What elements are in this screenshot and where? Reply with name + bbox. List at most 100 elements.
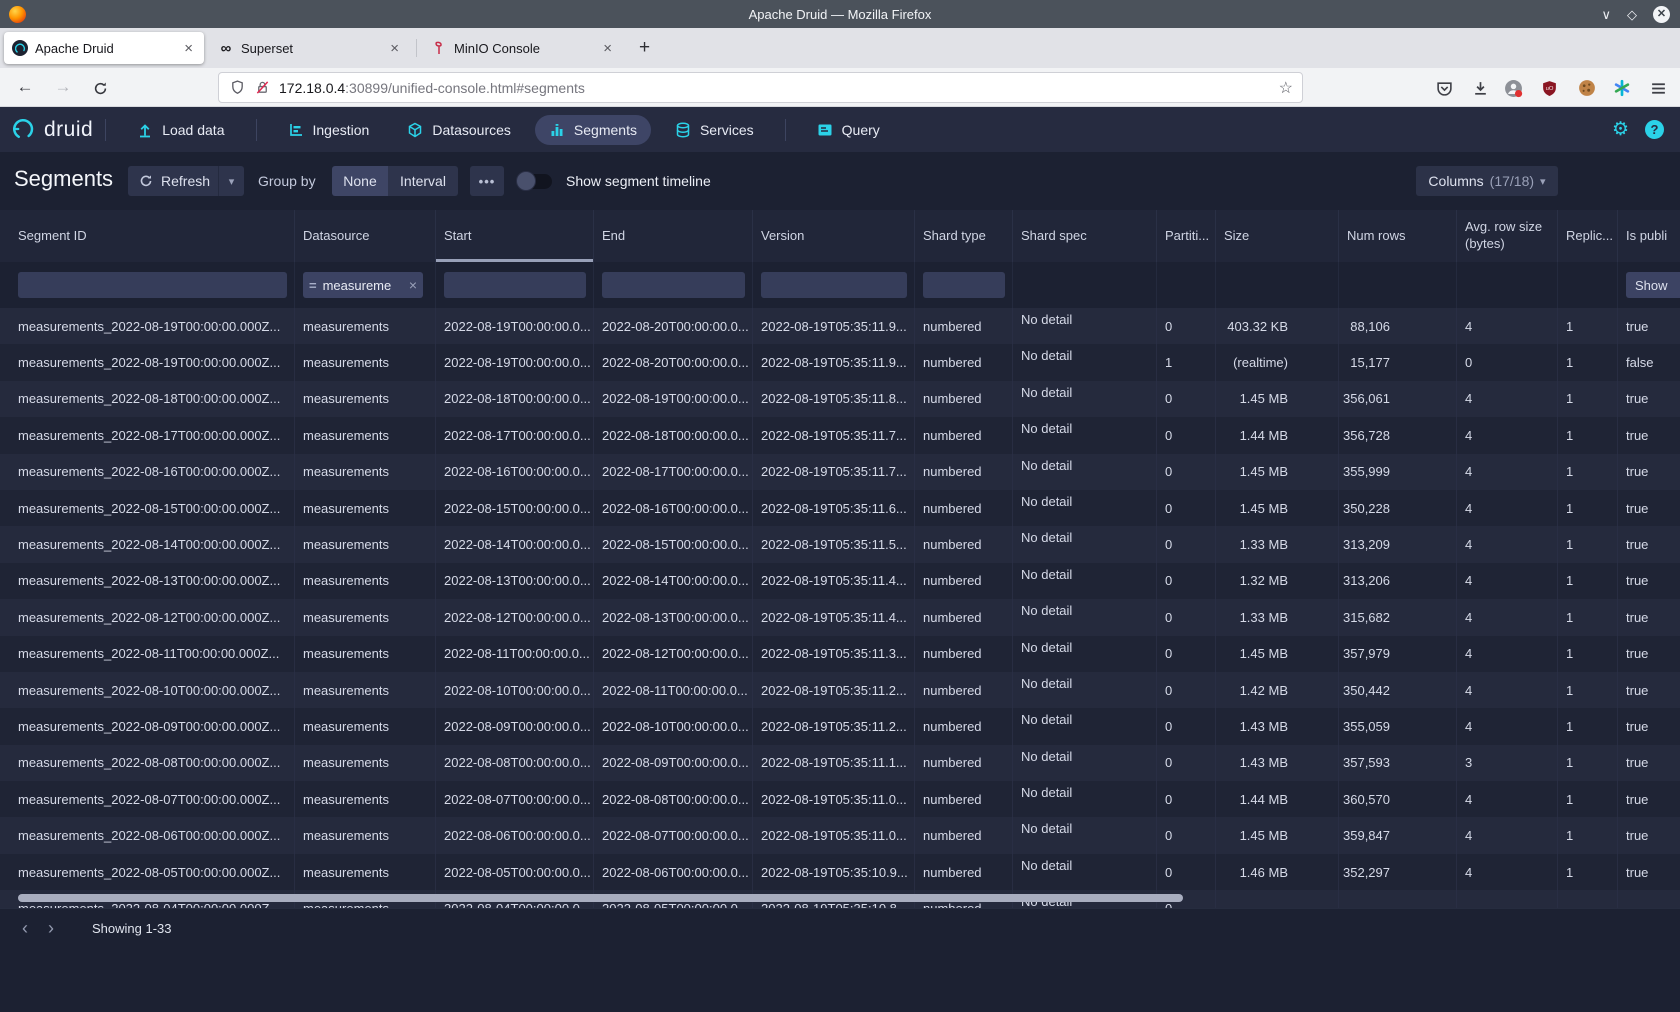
table-row[interactable]: measurements_2022-08-19T00:00:00.000Z...… [0, 344, 1680, 380]
cell-start: 2022-08-19T00:00:00.0... [436, 344, 594, 380]
column-header-num-rows[interactable]: Num rows [1339, 210, 1457, 262]
settings-gear-icon[interactable]: ⚙ [1612, 120, 1629, 139]
column-header-datasource[interactable]: Datasource [295, 210, 436, 262]
table-row[interactable]: measurements_2022-08-07T00:00:00.000Z...… [0, 781, 1680, 817]
window-minimize-icon[interactable]: ∨ [1601, 8, 1611, 21]
tab-close-icon[interactable]: × [181, 40, 196, 57]
column-header-partition[interactable]: Partiti... [1157, 210, 1216, 262]
column-header-avg-row-size[interactable]: Avg. row size (bytes) [1457, 210, 1558, 262]
table-row[interactable]: measurements_2022-08-15T00:00:00.000Z...… [0, 490, 1680, 526]
table-row[interactable]: measurements_2022-08-05T00:00:00.000Z...… [0, 854, 1680, 890]
version-filter-input[interactable] [761, 272, 907, 298]
forward-button[interactable]: → [50, 75, 76, 99]
window-close-icon[interactable]: ✕ [1653, 6, 1670, 23]
table-row[interactable]: measurements_2022-08-11T00:00:00.000Z...… [0, 636, 1680, 672]
columns-button[interactable]: Columns (17/18) ▾ [1416, 166, 1558, 196]
download-icon[interactable] [1468, 76, 1492, 100]
column-header-is-published[interactable]: Is publi [1618, 210, 1680, 262]
back-button[interactable]: ← [12, 75, 38, 99]
column-header-shard-spec[interactable]: Shard spec [1013, 210, 1157, 262]
table-row[interactable]: measurements_2022-08-19T00:00:00.000Z...… [0, 308, 1680, 344]
is-published-filter[interactable]: Show [1626, 272, 1680, 298]
cell-datasource: measurements [295, 854, 436, 890]
refresh-dropdown-button[interactable]: ▾ [218, 166, 244, 196]
horizontal-scrollbar[interactable] [18, 894, 1183, 902]
insecure-lock-icon[interactable] [253, 79, 271, 97]
cell-is-published: true [1618, 490, 1680, 526]
start-filter-input[interactable] [444, 272, 586, 298]
bookmark-star-icon[interactable]: ☆ [1279, 78, 1293, 98]
nav-item-datasources[interactable]: Datasources [393, 115, 525, 145]
next-page-button[interactable]: › [38, 918, 64, 939]
column-header-size[interactable]: Size [1216, 210, 1339, 262]
column-header-start[interactable]: Start [436, 210, 594, 262]
datasource-filter-chip[interactable]: =measureme× [303, 272, 423, 298]
nav-item-segments[interactable]: Segments [535, 115, 651, 145]
more-options-button[interactable]: ••• [470, 166, 504, 196]
cell-shard-type: numbered [915, 745, 1013, 781]
column-header-end[interactable]: End [594, 210, 753, 262]
table-row[interactable]: measurements_2022-08-10T00:00:00.000Z...… [0, 672, 1680, 708]
tab-close-icon[interactable]: × [387, 40, 402, 57]
new-tab-button[interactable]: + [629, 37, 660, 59]
table-row[interactable]: measurements_2022-08-14T00:00:00.000Z...… [0, 526, 1680, 562]
menu-hamburger-icon[interactable] [1646, 76, 1670, 100]
cell-replication: 1 [1558, 417, 1618, 453]
column-header-segment-id[interactable]: Segment ID [0, 210, 295, 262]
table-row[interactable]: measurements_2022-08-08T00:00:00.000Z...… [0, 745, 1680, 781]
table-row[interactable]: measurements_2022-08-13T00:00:00.000Z...… [0, 563, 1680, 599]
table-row[interactable]: measurements_2022-08-09T00:00:00.000Z...… [0, 708, 1680, 744]
asterisk-extension-icon[interactable] [1610, 76, 1634, 100]
refresh-button[interactable]: Refresh [128, 166, 223, 196]
cell-end: 2022-08-17T00:00:00.0... [594, 454, 753, 490]
cell-num-rows: 350,442 [1339, 672, 1457, 708]
pocket-icon[interactable] [1432, 76, 1456, 100]
tab-close-icon[interactable]: × [600, 40, 615, 57]
reload-button[interactable] [88, 76, 112, 100]
nav-item-load-data[interactable]: Load data [123, 115, 238, 145]
group-by-interval-button[interactable]: Interval [388, 166, 458, 196]
group-by-none-button[interactable]: None [332, 166, 388, 196]
cell-datasource: measurements [295, 599, 436, 635]
previous-page-button[interactable]: ‹ [12, 918, 38, 939]
cell-is-published: true [1618, 454, 1680, 490]
ublock-icon[interactable]: uO [1537, 76, 1561, 100]
column-header-version[interactable]: Version [753, 210, 915, 262]
cell-end: 2022-08-09T00:00:00.0... [594, 745, 753, 781]
table-row[interactable]: measurements_2022-08-17T00:00:00.000Z...… [0, 417, 1680, 453]
chevron-down-icon: ▾ [1540, 175, 1546, 188]
cell-size: 1.33 MB [1216, 526, 1339, 562]
cookie-extension-icon[interactable] [1575, 76, 1599, 100]
tab-superset[interactable]: ∞ Superset × [210, 32, 410, 64]
cell-partition: 0 [1157, 672, 1216, 708]
tab-minio-console[interactable]: MinIO Console × [423, 32, 623, 64]
column-header-shard-type[interactable]: Shard type [915, 210, 1013, 262]
table-row[interactable]: measurements_2022-08-06T00:00:00.000Z...… [0, 817, 1680, 853]
cell-end: 2022-08-16T00:00:00.0... [594, 490, 753, 526]
end-filter-input[interactable] [602, 272, 745, 298]
shard-type-filter-input[interactable] [923, 272, 1005, 298]
table-row[interactable]: measurements_2022-08-12T00:00:00.000Z...… [0, 599, 1680, 635]
column-header-replication[interactable]: Replic... [1558, 210, 1618, 262]
segment-id-filter-input[interactable] [18, 272, 287, 298]
cell-replication: 1 [1558, 454, 1618, 490]
table-row[interactable]: measurements_2022-08-18T00:00:00.000Z...… [0, 381, 1680, 417]
cell-shard-spec: No detail [1013, 381, 1157, 417]
nav-item-services[interactable]: Services [661, 115, 768, 145]
cell-shard-spec: No detail [1013, 708, 1157, 744]
datasources-icon [407, 122, 423, 138]
account-extension-icon[interactable] [1501, 76, 1525, 100]
cell-datasource: measurements [295, 417, 436, 453]
help-icon[interactable]: ? [1645, 120, 1664, 139]
druid-logo[interactable]: druid [12, 117, 93, 142]
segment-timeline-toggle[interactable] [518, 174, 552, 189]
window-maximize-icon[interactable]: ◇ [1627, 8, 1637, 21]
table-row[interactable]: measurements_2022-08-16T00:00:00.000Z...… [0, 454, 1680, 490]
nav-item-query[interactable]: Query [803, 115, 894, 145]
shield-icon[interactable] [228, 79, 246, 97]
nav-item-ingestion[interactable]: Ingestion [274, 115, 384, 145]
tab-apache-druid[interactable]: Apache Druid × [4, 32, 204, 64]
clear-filter-icon[interactable]: × [409, 277, 417, 293]
url-path: :30899/unified-console.html#segments [345, 80, 585, 96]
address-bar[interactable]: 172.18.0.4 :30899/unified-console.html#s… [218, 72, 1303, 103]
